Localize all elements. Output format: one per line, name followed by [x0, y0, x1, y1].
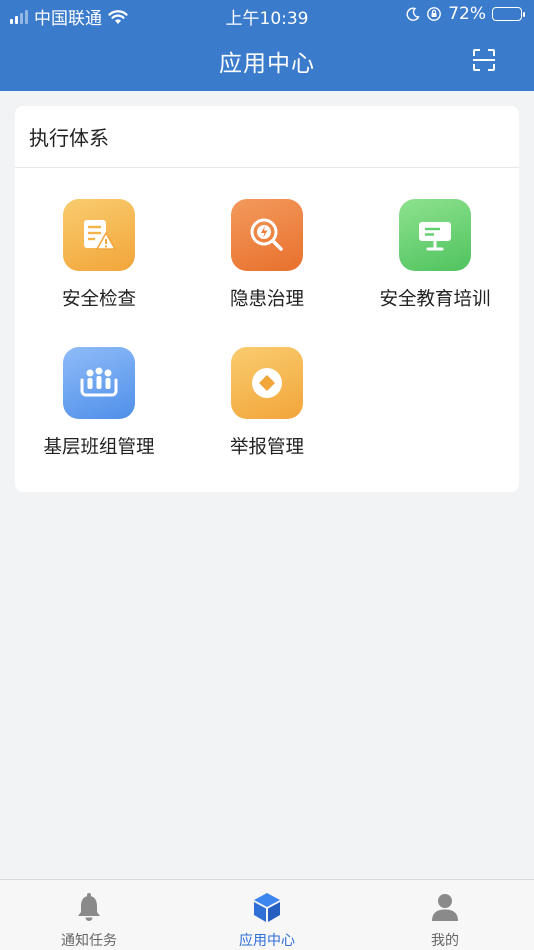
app-label: 举报管理: [229, 437, 304, 458]
app-label: 基层班组管理: [43, 437, 155, 458]
app-safety-education-training[interactable]: 安全教育培训: [351, 168, 519, 316]
status-bar: 中国联通 上午10:39 72%: [0, 0, 534, 30]
app-label: 安全检查: [61, 289, 136, 310]
app-label: 安全教育培训: [379, 289, 491, 310]
checklist-warning-icon: [63, 199, 135, 271]
execution-system-card: 执行体系 安全检查 隐患治理 安全教育培训 基层班组管理 举报管理: [15, 106, 519, 492]
person-icon: [432, 894, 458, 921]
section-title: 执行体系: [15, 106, 519, 168]
magnifier-bolt-icon: [231, 199, 303, 271]
tab-label: 应用中心: [239, 933, 295, 949]
app-hazard-governance[interactable]: 隐患治理: [183, 168, 351, 316]
status-right: 72%: [406, 4, 525, 24]
battery-icon: [492, 7, 525, 21]
orientation-lock-icon: [427, 7, 442, 21]
moon-icon: [406, 7, 420, 21]
team-icon: [63, 347, 135, 419]
app-label: 隐患治理: [229, 289, 304, 310]
battery-percent: 72%: [448, 4, 486, 24]
tab-notification-tasks[interactable]: 通知任务: [0, 880, 178, 950]
report-diamond-icon: [231, 347, 303, 419]
app-team-management[interactable]: 基层班组管理: [15, 316, 183, 464]
tab-label: 通知任务: [61, 933, 117, 949]
cube-icon: [254, 893, 280, 922]
app-report-management[interactable]: 举报管理: [183, 316, 351, 464]
app-safety-inspection[interactable]: 安全检查: [15, 168, 183, 316]
scan-icon[interactable]: [472, 48, 496, 72]
tab-app-center[interactable]: 应用中心: [178, 880, 356, 950]
bell-icon: [78, 893, 100, 921]
top-bar: 中国联通 上午10:39 72% 应用中心: [0, 0, 534, 91]
tab-label: 我的: [431, 933, 459, 949]
page-title: 应用中心: [219, 51, 315, 77]
tab-mine[interactable]: 我的: [356, 880, 534, 950]
tab-bar: 通知任务 应用中心 我的: [0, 879, 534, 950]
signboard-icon: [399, 199, 471, 271]
